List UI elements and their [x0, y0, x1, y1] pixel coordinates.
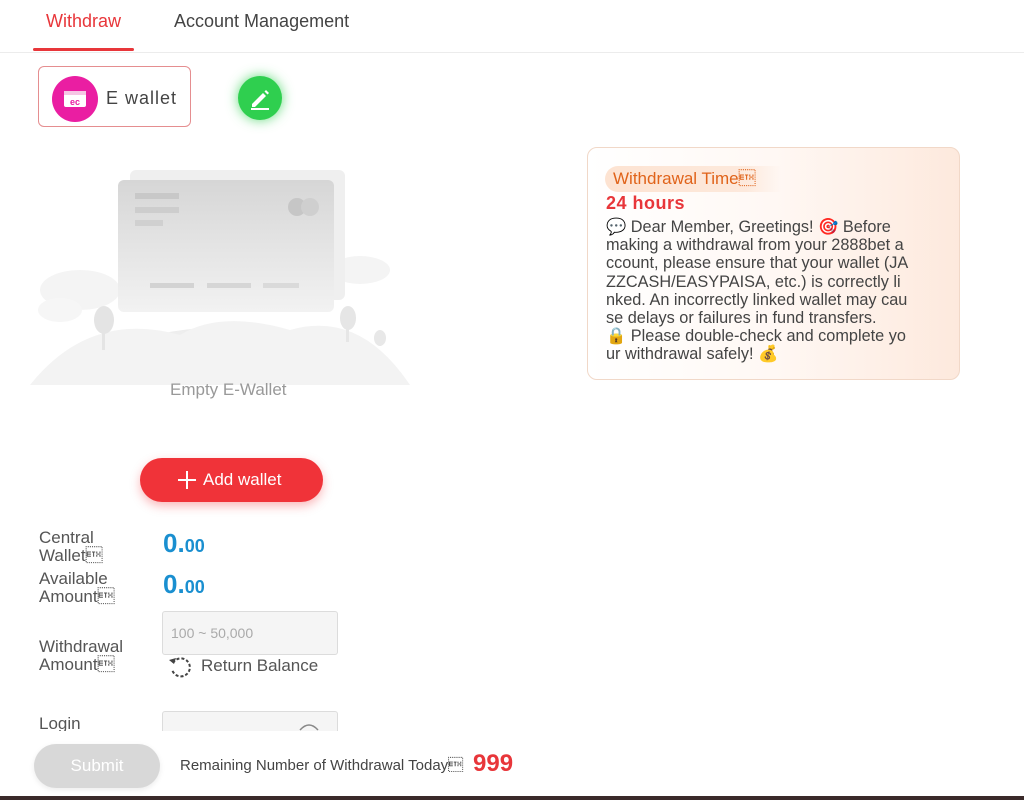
tab-account-management[interactable]: Account Management — [174, 11, 349, 32]
available-amount-value: 0.00 — [163, 569, 205, 600]
empty-wallet-illustration — [30, 170, 410, 385]
remaining-withdrawals-count: 999 — [473, 750, 514, 777]
ewallet-icon: ec — [52, 76, 98, 122]
active-tab-indicator — [33, 48, 134, 51]
withdrawal-amount-label: Withdrawal Amount — [39, 637, 124, 674]
available-amount-label: Available Amount — [39, 569, 115, 606]
ewallet-label: E wallet — [106, 88, 178, 108]
add-wallet-label: Add wallet — [203, 470, 282, 489]
edit-wallet-button[interactable] — [238, 76, 282, 120]
svg-text:ec: ec — [70, 97, 80, 107]
tab-withdraw[interactable]: Withdraw — [46, 11, 121, 32]
available-amount-int: 0. — [163, 569, 185, 599]
withdrawal-notice-text: 💬 Dear Member, Greetings! 🎯 Before makin… — [606, 218, 909, 364]
bottom-strip — [0, 796, 1024, 800]
submit-button[interactable]: Submit — [34, 744, 160, 788]
ewallet-type-button[interactable]: ec E wallet — [38, 66, 191, 127]
plus-icon — [178, 471, 196, 489]
add-wallet-button[interactable]: Add wallet — [140, 458, 323, 502]
withdrawal-time-title: Withdrawal Time — [605, 166, 781, 192]
central-wallet-amount-dec: 00 — [184, 536, 205, 556]
return-balance-label: Return Balance — [201, 656, 319, 675]
central-wallet-amount-int: 0. — [163, 528, 185, 558]
tab-bar: Withdraw Account Management — [0, 0, 1024, 53]
pencil-icon — [251, 90, 269, 110]
available-amount-dec: 00 — [184, 577, 205, 597]
refresh-icon — [169, 657, 191, 678]
withdrawal-time-hours: 24 hours — [606, 193, 686, 213]
withdrawal-amount-input[interactable] — [162, 611, 338, 655]
central-wallet-amount: 0.00 — [163, 528, 205, 559]
central-wallet-label: Central Wallet — [39, 528, 103, 565]
empty-wallet-label: Empty E-Wallet — [170, 380, 287, 399]
withdrawal-time-title-text: Withdrawal Time — [613, 169, 756, 188]
remaining-withdrawals-label: Remaining Number of Withdrawal Today — [180, 757, 464, 774]
